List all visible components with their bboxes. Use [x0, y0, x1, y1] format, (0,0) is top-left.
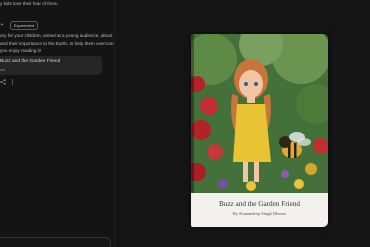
sparkle-icon: ✦ [0, 22, 4, 27]
book-title: Buzz and the Garden Friend [218, 200, 301, 208]
prompt-input[interactable] [0, 237, 111, 247]
book-author: By Kanandeep Singh Dhesse [232, 211, 287, 216]
cover-title-band: Buzz and the Garden Friend By Kanandeep … [191, 193, 328, 227]
storybook-card-subtitle: ow [0, 67, 6, 72]
response-meta: ✦ Experiment [0, 20, 39, 30]
response-line: ory for your children, aimed at a young … [0, 33, 113, 38]
storybook-cover[interactable]: Buzz and the Garden Friend By Kanandeep … [191, 34, 328, 227]
response-line: you enjoy reading it! [0, 48, 42, 54]
storybook-card[interactable]: Buzz and the Garden Friend ow [0, 56, 102, 75]
response-line: and their importance to the Earth, to he… [0, 40, 114, 46]
chat-panel: y kids lose their fear of them. ✦ Experi… [0, 0, 114, 247]
more-icon[interactable] [11, 79, 14, 87]
storybook-card-title: Buzz and the Garden Friend [0, 59, 61, 64]
cover-illustration [191, 34, 328, 193]
experiment-badge: Experiment [9, 20, 39, 30]
response-text: ory for your children, aimed at a young … [0, 32, 114, 55]
response-actions [0, 79, 14, 87]
prior-message-text: y kids lose their fear of them. [0, 1, 59, 6]
share-icon[interactable] [0, 79, 6, 87]
